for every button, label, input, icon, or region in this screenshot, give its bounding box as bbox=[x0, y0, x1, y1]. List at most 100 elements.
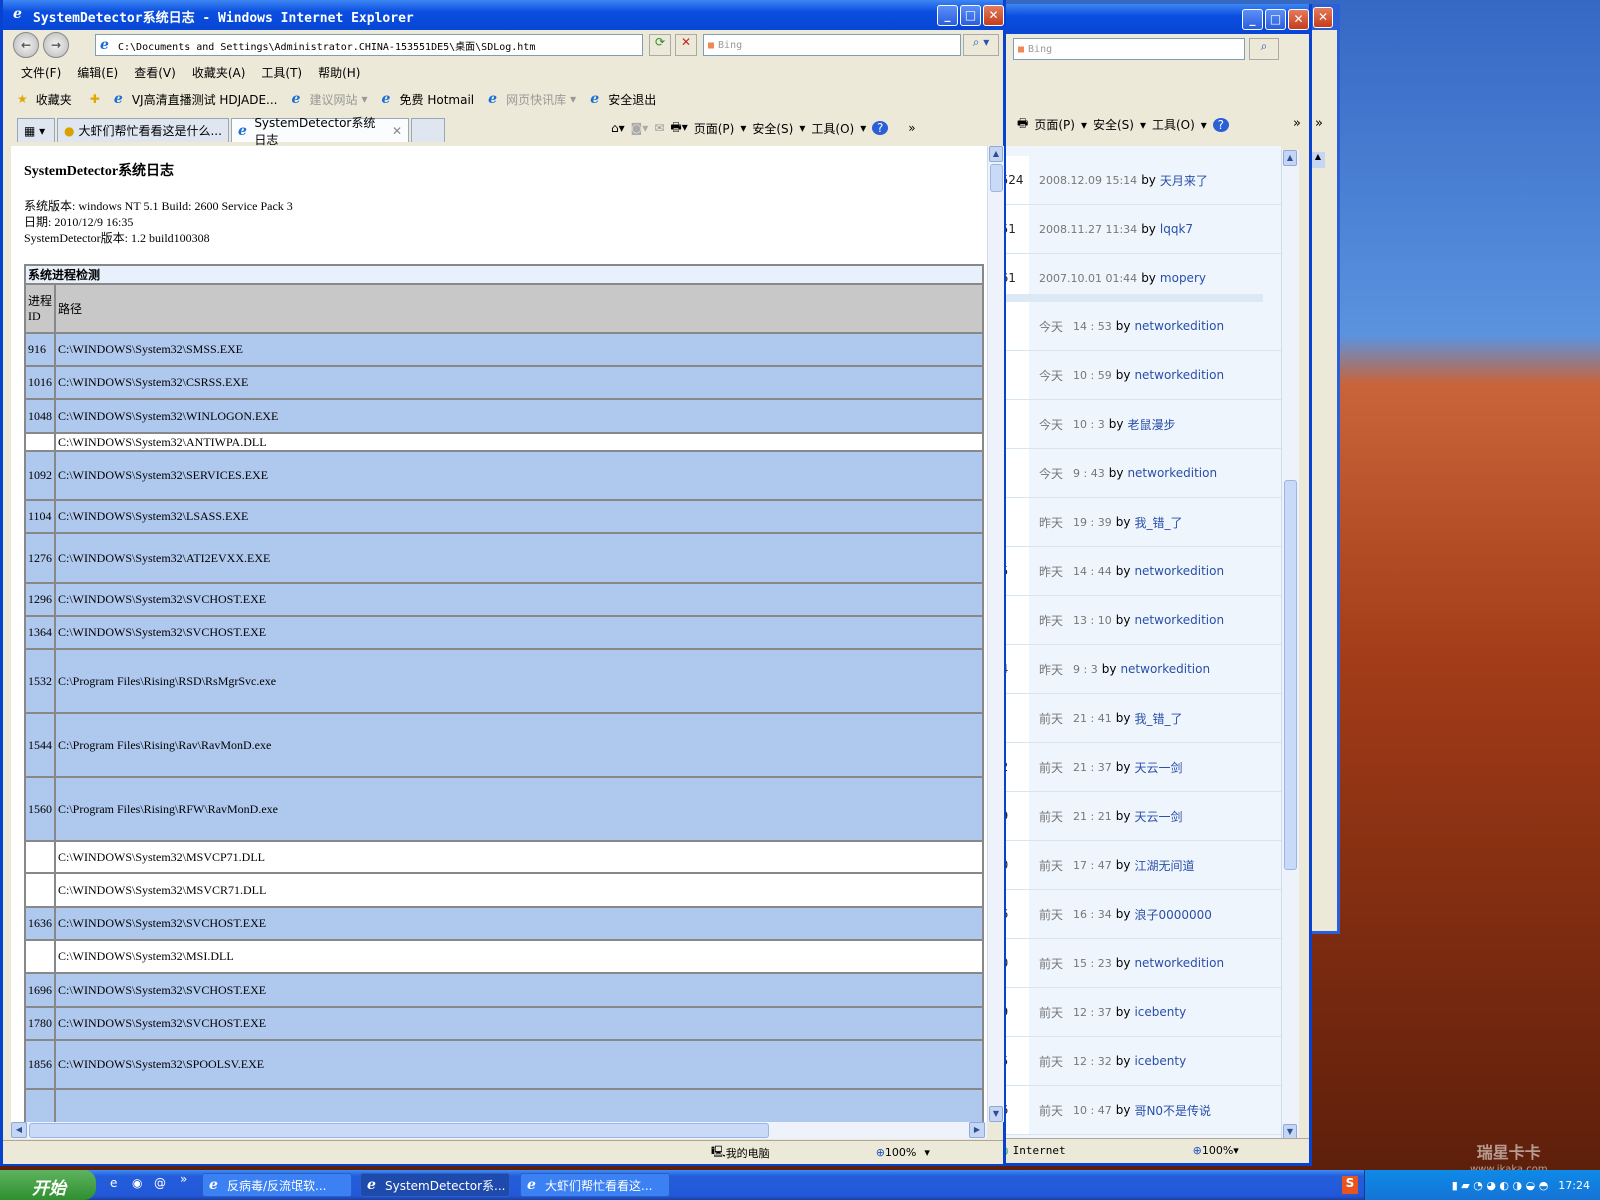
favorite-link[interactable]: e VJ高清直播测试 HDJADE... bbox=[114, 91, 278, 108]
address-bar[interactable]: e C:\Documents and Settings\Administrato… bbox=[95, 34, 643, 56]
print-icon[interactable]: 🖶▾ bbox=[670, 118, 687, 139]
quick-tabs-button[interactable]: ▦ ▾ bbox=[17, 118, 55, 142]
author-link[interactable]: 我_错_了 bbox=[1134, 514, 1182, 531]
tab-forum[interactable]: ● 大虾们帮忙看看这是什么... bbox=[57, 118, 229, 142]
quicklaunch-more-icon[interactable]: » bbox=[180, 1172, 187, 1186]
mail-icon[interactable]: ✉ bbox=[654, 121, 664, 135]
zoom-icon[interactable]: ⊕ bbox=[876, 1146, 885, 1159]
scroll-thumb[interactable] bbox=[990, 164, 1003, 192]
background-close-button[interactable]: ✕ bbox=[1313, 7, 1333, 28]
scroll-thumb[interactable] bbox=[1284, 480, 1297, 870]
topic-row[interactable]: 25前天12 : 32byicebenty bbox=[993, 1037, 1281, 1086]
zoom-icon[interactable]: ⊕ bbox=[1193, 1144, 1202, 1157]
quicklaunch-ie-icon[interactable]: e bbox=[110, 1176, 117, 1190]
menu-item[interactable]: 查看(V) bbox=[134, 64, 176, 81]
refresh-button[interactable]: ⟳ bbox=[649, 34, 671, 56]
quicklaunch-media-icon[interactable]: ◉ bbox=[132, 1176, 142, 1190]
chevron-icon[interactable]: » bbox=[908, 121, 915, 135]
vertical-scrollbar[interactable]: ▲ ▼ bbox=[987, 146, 1004, 1122]
tray-icons[interactable]: ▮ ▰ ◔ ◕ ◐ ◑ ◒ ◓ bbox=[1452, 1179, 1549, 1192]
second-search-input[interactable]: ■ Bing bbox=[1013, 38, 1245, 60]
horizontal-scrollbar[interactable]: ◀ ▶ bbox=[11, 1122, 987, 1139]
author-link[interactable]: networkedition bbox=[1134, 319, 1224, 333]
favorite-link[interactable]: e 安全退出 bbox=[590, 91, 656, 108]
author-link[interactable]: 天月来了 bbox=[1160, 172, 1208, 189]
new-tab-button[interactable] bbox=[411, 118, 445, 142]
back-button[interactable]: ← bbox=[13, 32, 39, 58]
topic-row[interactable]: 20前天17 : 47by江湖无间道 bbox=[993, 841, 1281, 890]
tab-systemdetector[interactable]: e SystemDetector系统日志 ✕ bbox=[231, 116, 409, 147]
horizontal-scroll-thumb[interactable] bbox=[29, 1123, 769, 1138]
favorite-link[interactable]: e 建议网站 ▾ bbox=[291, 91, 367, 108]
taskbar-button-antivirus[interactable]: e 反病毒/反流氓软... bbox=[202, 1173, 352, 1197]
taskbar-button-forum[interactable]: e 大虾们帮忙看看这... bbox=[520, 1173, 670, 1197]
menu-item[interactable]: 编辑(E) bbox=[77, 64, 118, 81]
topic-row[interactable]: 92前天21 : 37by天云一剑 bbox=[993, 743, 1281, 792]
favorite-link[interactable]: e 网页快讯库 ▾ bbox=[488, 91, 576, 108]
author-link[interactable]: networkedition bbox=[1120, 662, 1210, 676]
safety-menu[interactable]: 安全(S) bbox=[1093, 116, 1134, 133]
search-input[interactable]: ■ Bing bbox=[703, 34, 961, 56]
close-tab-icon[interactable]: ✕ bbox=[392, 124, 402, 138]
menu-item[interactable]: 帮助(H) bbox=[318, 64, 360, 81]
topic-row[interactable]: 3今天10 : 59bynetworkedition bbox=[993, 351, 1281, 400]
author-link[interactable]: 天云一剑 bbox=[1134, 759, 1182, 776]
menu-item[interactable]: 收藏夹(A) bbox=[192, 64, 246, 81]
second-vertical-scrollbar[interactable]: ▲ ▼ bbox=[1281, 150, 1299, 1140]
scroll-up-icon[interactable]: ▲ bbox=[1311, 152, 1325, 168]
search-button[interactable]: ⌕ ▾ bbox=[963, 34, 999, 56]
feeds-icon[interactable]: ◙▾ bbox=[631, 121, 649, 135]
topic-row[interactable]: 6今天10 : 3by老鼠漫步 bbox=[993, 400, 1281, 449]
stop-button[interactable]: ✕ bbox=[675, 34, 697, 56]
start-button[interactable]: 开始 bbox=[0, 1170, 96, 1200]
topic-row[interactable]: 6昨天13 : 10bynetworkedition bbox=[993, 596, 1281, 645]
help-icon[interactable]: ? bbox=[872, 121, 889, 135]
chevron-icon[interactable]: » bbox=[1293, 116, 1301, 131]
help-icon[interactable]: ? bbox=[1212, 117, 1229, 132]
author-link[interactable]: icebenty bbox=[1134, 1054, 1186, 1068]
maximize-button[interactable]: □ bbox=[960, 5, 981, 26]
topic-row[interactable]: 26前天10 : 47by哥N0不是传说 bbox=[993, 1086, 1281, 1135]
author-link[interactable]: networkedition bbox=[1134, 368, 1224, 382]
author-link[interactable]: 哥N0不是传说 bbox=[1134, 1102, 1211, 1119]
author-link[interactable]: networkedition bbox=[1134, 956, 1224, 970]
author-link[interactable]: icebenty bbox=[1134, 1005, 1186, 1019]
zoom-level[interactable]: 100% bbox=[885, 1146, 916, 1159]
forward-button[interactable]: → bbox=[43, 32, 69, 58]
author-link[interactable]: 天云一剑 bbox=[1134, 808, 1182, 825]
author-link[interactable]: networkedition bbox=[1127, 466, 1217, 480]
minimize-button[interactable]: _ bbox=[1242, 9, 1263, 30]
topic-row[interactable]: 6524 2008.12.09 15:14 by 天月来了 bbox=[993, 156, 1281, 205]
menu-item[interactable]: 工具(T) bbox=[261, 64, 302, 81]
topic-row[interactable]: 26前天16 : 34by浪子0000000 bbox=[993, 890, 1281, 939]
favorite-link[interactable]: e 免费 Hotmail bbox=[382, 91, 475, 108]
topic-row[interactable]: 19前天21 : 21by天云一剑 bbox=[993, 792, 1281, 841]
topic-row[interactable]: 39前天12 : 37byicebenty bbox=[993, 988, 1281, 1037]
close-button[interactable]: ✕ bbox=[1288, 9, 1309, 30]
search-button[interactable]: ⌕ bbox=[1249, 38, 1279, 60]
maximize-button[interactable]: □ bbox=[1265, 9, 1286, 30]
topic-row[interactable]: 2昨天19 : 39by我_错_了 bbox=[993, 498, 1281, 547]
topic-row[interactable]: 1前天21 : 41by我_错_了 bbox=[993, 694, 1281, 743]
page-menu[interactable]: 页面(P) bbox=[1034, 116, 1075, 133]
author-link[interactable]: 老鼠漫步 bbox=[1127, 416, 1175, 433]
author-link[interactable]: 浪子0000000 bbox=[1134, 906, 1211, 923]
add-favorite-icon[interactable]: ✚ bbox=[90, 92, 100, 106]
minimize-button[interactable]: _ bbox=[937, 5, 958, 26]
author-link[interactable]: networkedition bbox=[1134, 613, 1224, 627]
topic-row[interactable]: 05昨天14 : 44bynetworkedition bbox=[993, 547, 1281, 596]
page-menu[interactable]: 页面(P) bbox=[694, 120, 735, 137]
author-link[interactable]: lqqk7 bbox=[1160, 222, 1193, 236]
tools-menu[interactable]: 工具(O) bbox=[811, 120, 854, 137]
author-link[interactable]: networkedition bbox=[1134, 564, 1224, 578]
topic-row[interactable]: 20前天15 : 23bynetworkedition bbox=[993, 939, 1281, 988]
quicklaunch-outlook-icon[interactable]: @ bbox=[154, 1176, 166, 1190]
close-button[interactable]: ✕ bbox=[983, 5, 1004, 26]
topic-row[interactable]: 2今天9 : 43bynetworkedition bbox=[993, 449, 1281, 498]
home-icon[interactable]: ⌂▾ bbox=[611, 121, 625, 135]
safety-menu[interactable]: 安全(S) bbox=[752, 120, 793, 137]
tools-menu[interactable]: 工具(O) bbox=[1152, 116, 1195, 133]
print-icon[interactable]: 🖶 bbox=[1017, 114, 1028, 135]
topic-row[interactable]: 14昨天9 : 3bynetworkedition bbox=[993, 645, 1281, 694]
taskbar-button-systemdetector[interactable]: e SystemDetector系... bbox=[360, 1173, 510, 1197]
